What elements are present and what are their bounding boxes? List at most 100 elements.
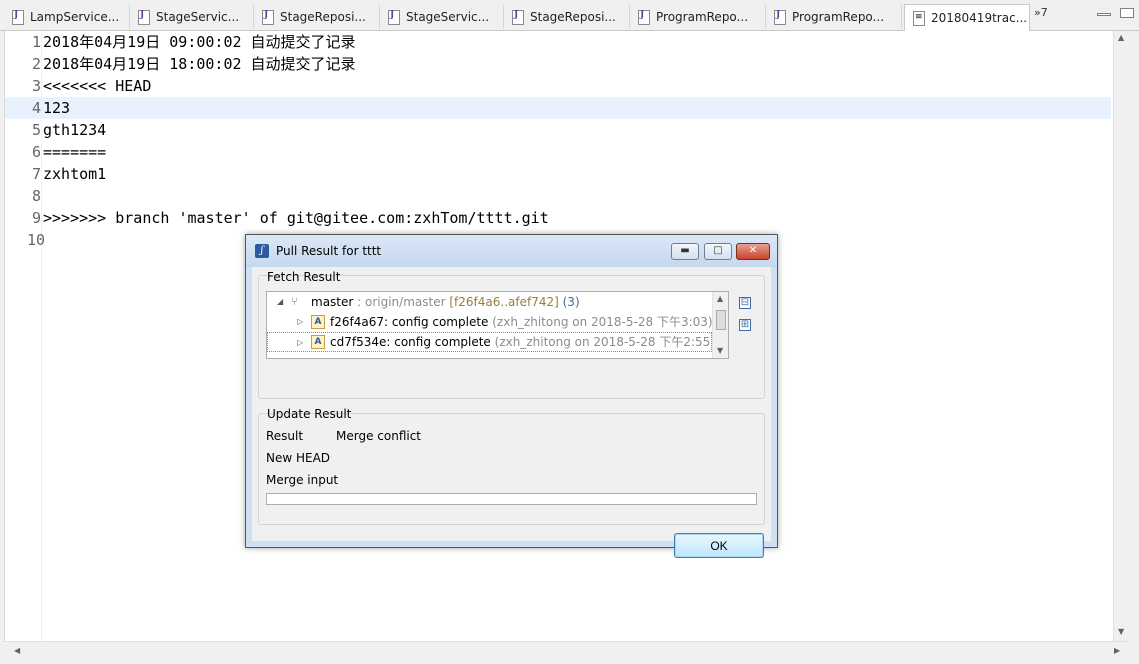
- tree-row-branch[interactable]: ◢ ⑂ master : origin/master [f26f4a6..afe…: [267, 292, 712, 312]
- line-text: 123: [43, 99, 71, 117]
- editor-tab-1[interactable]: LampService...: [4, 5, 130, 29]
- line-number: 10: [27, 231, 46, 249]
- pull-result-dialog: ʃ Pull Result for tttt ▬ □ ✕ Fetch Resul…: [245, 234, 778, 558]
- commit-meta: (zxh_zhitong on 2018-5-28 下午2:55): [494, 335, 715, 349]
- fetch-result-tree[interactable]: ◢ ⑂ master : origin/master [f26f4a6..afe…: [266, 291, 729, 359]
- dialog-title: Pull Result for tttt: [276, 244, 382, 258]
- line-text: 2018年04月19日 09:00:02 自动提交了记录: [43, 33, 356, 51]
- tab-label: StageServic...: [156, 10, 240, 24]
- tree-scroll-thumb[interactable]: [716, 310, 726, 330]
- remote-branch-name: origin/master: [365, 295, 446, 309]
- branch-separator: :: [353, 295, 365, 309]
- scroll-right-arrow-icon[interactable]: ▶: [1114, 646, 1120, 655]
- line-text: zxhtom1: [43, 165, 107, 183]
- line-number: 3: [31, 77, 41, 95]
- java-file-icon: [388, 9, 400, 25]
- tab-label: StageReposi...: [280, 10, 366, 24]
- new-head-label: New HEAD: [266, 451, 331, 465]
- dialog-maximize-button[interactable]: □: [704, 243, 732, 260]
- result-label: Result: [266, 429, 304, 443]
- editor-horizontal-scrollbar[interactable]: ◀ ▶: [4, 641, 1129, 660]
- commit-count: (3): [562, 295, 580, 309]
- commit-meta: (zxh_zhitong on 2018-5-28 下午3:03): [492, 315, 713, 329]
- line-text: 2018年04月19日 18:00:02 自动提交了记录: [43, 55, 356, 73]
- editor-line[interactable]: 7 zxhtom1: [5, 163, 1111, 185]
- editor-line[interactable]: 1 2018年04月19日 09:00:02 自动提交了记录: [5, 31, 1111, 53]
- line-number: 1: [31, 33, 41, 51]
- line-text: >>>>>>> branch 'master' of git@gitee.com…: [43, 209, 549, 227]
- commit-icon: A: [311, 315, 325, 329]
- tree-row-commit[interactable]: ▷ A f26f4a67: config complete (zxh_zhito…: [267, 312, 713, 332]
- scroll-left-arrow-icon[interactable]: ◀: [14, 646, 20, 655]
- editor-tab-6[interactable]: ProgramRepo...: [630, 5, 766, 29]
- tab-label: StageServic...: [406, 10, 490, 24]
- editor-tab-4[interactable]: StageServic...: [380, 5, 504, 29]
- line-number: 6: [31, 143, 41, 161]
- commit-id-message: cd7f534e: config complete: [330, 335, 491, 349]
- editor-line[interactable]: 9 >>>>>>> branch 'master' of git@gitee.c…: [5, 207, 1111, 229]
- line-number: 5: [31, 121, 41, 139]
- editor-current-line[interactable]: 4 123: [5, 97, 1111, 119]
- tab-label: ProgramRepo...: [656, 10, 749, 24]
- editor-tab-5[interactable]: StageReposi...: [504, 5, 630, 29]
- java-file-icon: [512, 9, 524, 25]
- expanded-arrow-icon[interactable]: ◢: [277, 292, 283, 312]
- java-file-icon: [774, 9, 786, 25]
- editor-line[interactable]: 3 <<<<<<< HEAD: [5, 75, 1111, 97]
- tab-overflow-button[interactable]: »7: [1034, 6, 1048, 19]
- collapse-all-icon[interactable]: ⊟: [739, 297, 751, 309]
- editor-tab-bar: LampService... StageServic... StageRepos…: [0, 0, 1139, 31]
- branch-name: master: [311, 295, 354, 309]
- java-file-icon: [12, 9, 24, 25]
- maximize-view-icon[interactable]: [1120, 8, 1134, 18]
- dialog-close-button[interactable]: ✕: [736, 243, 770, 260]
- editor-line[interactable]: 6 =======: [5, 141, 1111, 163]
- java-file-icon: [262, 9, 274, 25]
- merge-input-list[interactable]: [266, 493, 757, 505]
- merge-input-label: Merge input: [266, 473, 339, 487]
- editor-line[interactable]: 8: [5, 185, 1111, 207]
- editor-line[interactable]: 2 2018年04月19日 18:00:02 自动提交了记录: [5, 53, 1111, 75]
- expand-all-icon[interactable]: ⊞: [739, 319, 751, 331]
- result-value: Merge conflict: [336, 429, 422, 443]
- eclipse-app-icon: ʃ: [255, 244, 269, 258]
- java-file-icon: [638, 9, 650, 25]
- scroll-up-arrow-icon[interactable]: ▲: [717, 294, 723, 303]
- tree-row-commit-selected[interactable]: ▷ A cd7f534e: config complete (zxh_zhito…: [267, 332, 715, 353]
- line-number: 2: [31, 55, 41, 73]
- tab-label: ProgramRepo...: [792, 10, 885, 24]
- update-result-group: [258, 413, 765, 525]
- collapsed-arrow-icon[interactable]: ▷: [297, 312, 303, 332]
- editor-vertical-scrollbar[interactable]: ▲ ▼: [1113, 31, 1130, 641]
- editor-tab-3[interactable]: StageReposi...: [254, 5, 380, 29]
- tab-label: LampService...: [30, 10, 120, 24]
- line-text: =======: [43, 143, 107, 161]
- dialog-body: Fetch Result ◢ ⑂ master : origin/master …: [252, 267, 771, 558]
- scroll-down-arrow-icon[interactable]: ▼: [717, 346, 723, 355]
- collapsed-arrow-icon[interactable]: ▷: [297, 333, 303, 353]
- tab-label: 20180419trac...: [931, 11, 1028, 25]
- editor-line[interactable]: 5 gth1234: [5, 119, 1111, 141]
- commit-icon: A: [311, 335, 325, 349]
- editor-tab-2[interactable]: StageServic...: [130, 5, 254, 29]
- editor-tab-7[interactable]: ProgramRepo...: [766, 5, 902, 29]
- commit-range: [f26f4a6..afef742]: [449, 295, 559, 309]
- tab-label: StageReposi...: [530, 10, 616, 24]
- minimize-view-icon[interactable]: [1097, 13, 1111, 16]
- line-text: <<<<<<< HEAD: [43, 77, 152, 95]
- branch-icon: ⑂: [291, 295, 298, 308]
- line-number: 9: [31, 209, 41, 227]
- scroll-up-arrow-icon[interactable]: ▲: [1118, 33, 1124, 42]
- dialog-minimize-button[interactable]: ▬: [671, 243, 699, 260]
- commit-id-message: f26f4a67: config complete: [330, 315, 489, 329]
- tree-vertical-scrollbar[interactable]: ▲ ▼: [712, 292, 728, 358]
- editor-tab-active[interactable]: 20180419trac... ✕: [904, 4, 1030, 31]
- line-number: 8: [31, 187, 41, 205]
- scroll-down-arrow-icon[interactable]: ▼: [1118, 627, 1124, 636]
- dialog-title-bar[interactable]: ʃ Pull Result for tttt ▬ □ ✕: [246, 235, 777, 267]
- ok-button[interactable]: OK: [674, 533, 764, 558]
- text-file-icon: [913, 10, 925, 26]
- update-result-label: Update Result: [267, 407, 352, 421]
- line-number: 7: [31, 165, 41, 183]
- line-text: gth1234: [43, 121, 107, 139]
